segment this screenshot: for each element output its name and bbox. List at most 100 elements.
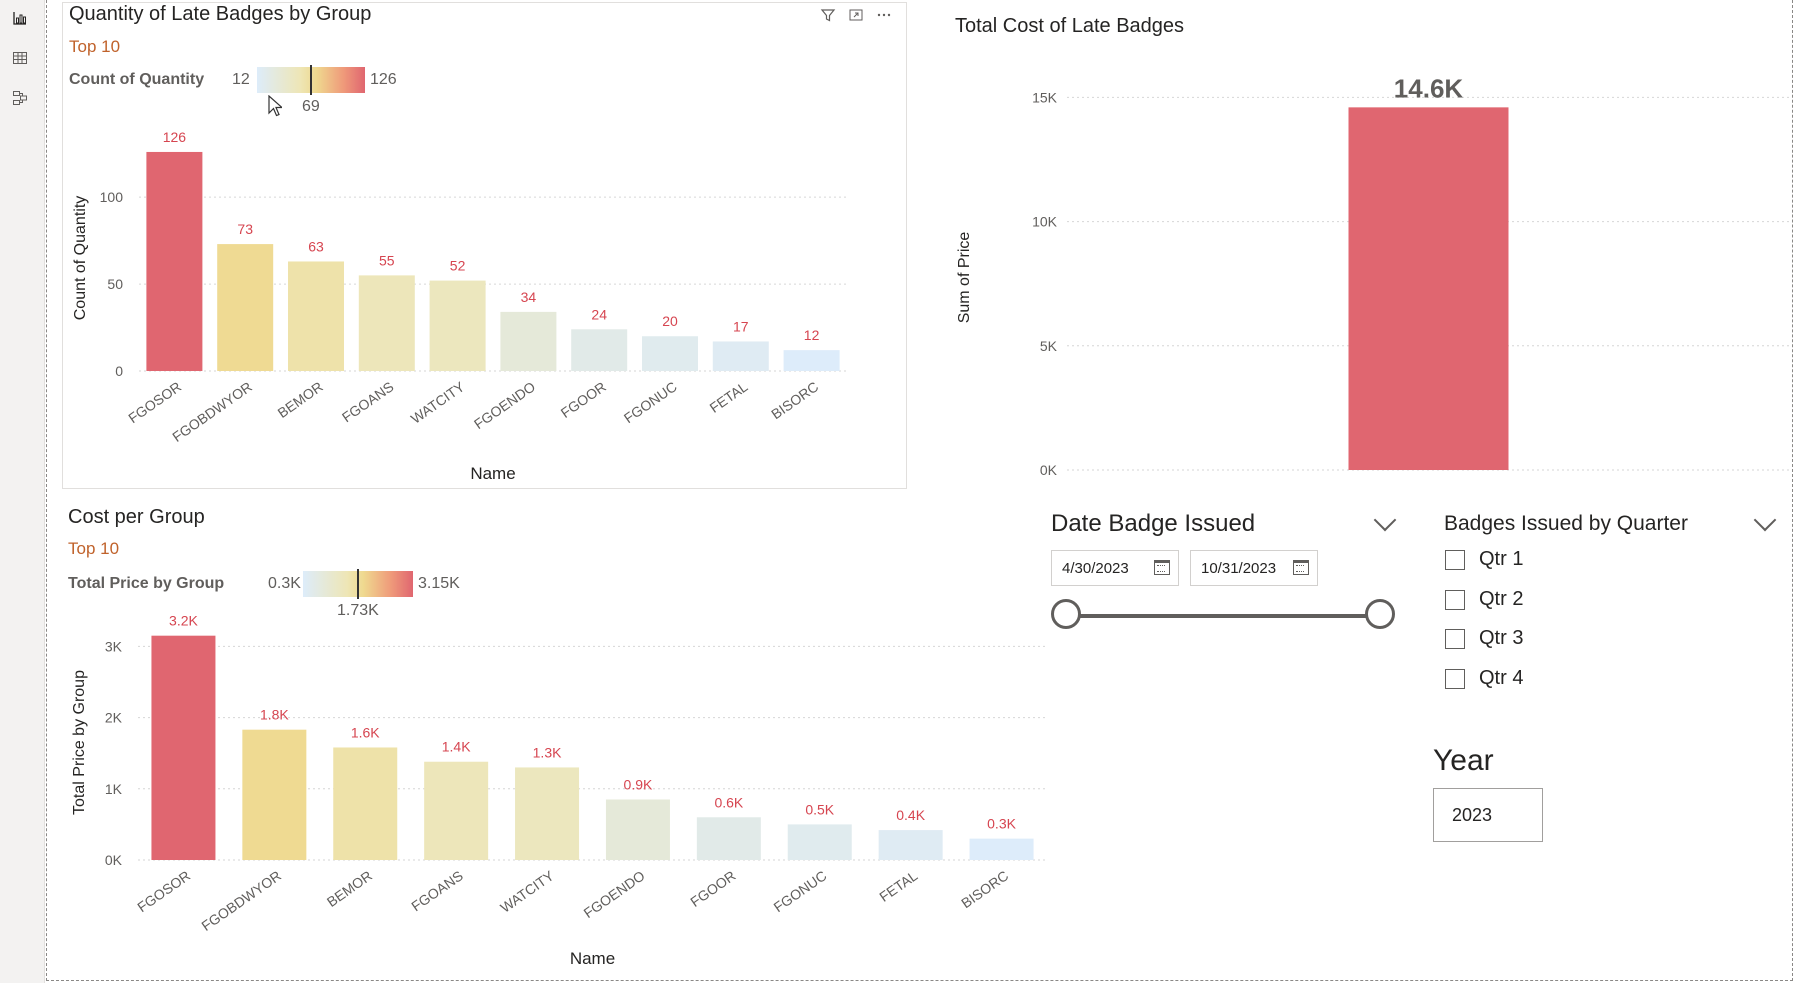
data-label: 63 [308, 238, 324, 254]
x-tick-label: FGONUC [771, 867, 830, 915]
y-tick-label: 5K [1040, 338, 1058, 354]
bar [712, 341, 769, 371]
bar [515, 767, 580, 860]
bar [146, 151, 203, 371]
data-label: 20 [662, 313, 678, 329]
bar [696, 817, 761, 860]
chevron-down-icon[interactable] [1373, 508, 1397, 532]
year-value: 2023 [1452, 804, 1493, 825]
data-label: 0.5K [805, 801, 834, 817]
y-tick-label: 0K [105, 852, 123, 868]
x-tick-label: FETAL [707, 378, 751, 416]
checkbox[interactable] [1445, 628, 1465, 649]
end-date-input[interactable]: 10/31/2023 [1190, 550, 1318, 586]
data-label: 17 [733, 318, 749, 334]
x-tick-label: FETAL [876, 867, 920, 905]
quarter-option-4[interactable]: Qtr 4 [1445, 667, 1523, 690]
slicer-title: Badges Issued by Quarter [1444, 512, 1688, 535]
slider-end-handle[interactable] [1365, 599, 1395, 629]
x-tick-label: FGOOR [558, 378, 609, 421]
bar [151, 635, 216, 860]
option-label: Qtr 4 [1479, 667, 1524, 689]
x-tick-label: FGOENDO [471, 378, 538, 432]
data-label: 0.6K [714, 794, 743, 810]
x-tick-label: BEMOR [324, 867, 375, 910]
bar [429, 280, 486, 371]
table-view-icon[interactable] [6, 44, 34, 72]
data-label: 55 [379, 252, 395, 268]
checkbox[interactable] [1445, 549, 1465, 570]
data-label: 14.6K [1394, 73, 1464, 103]
view-rail [0, 0, 45, 983]
checkbox[interactable] [1445, 589, 1465, 610]
x-tick-label: FGOENDO [581, 867, 648, 921]
slider-track[interactable] [1069, 614, 1379, 618]
x-tick-label: FGOBDWYOR [169, 378, 255, 445]
report-view-icon[interactable] [6, 4, 34, 32]
x-tick-label: BISORC [768, 378, 821, 422]
total-cost-bar-chart: 0K 5K 10K 15K 14.6K Sum of Price [956, 73, 1790, 478]
quantity-chart-visual[interactable]: Quantity of Late Badges by Group Top 10 … [62, 2, 907, 489]
bar [358, 275, 415, 371]
bar [288, 261, 344, 371]
data-label: 24 [591, 306, 607, 322]
bar [787, 824, 852, 860]
y-tick-label: 10K [1032, 214, 1058, 230]
bar [571, 329, 628, 371]
x-tick-label: FGOSOR [134, 867, 193, 915]
bar [1348, 107, 1509, 471]
bar [605, 799, 670, 860]
quarter-option-3[interactable]: Qtr 3 [1445, 627, 1523, 650]
data-label: 0.4K [896, 807, 925, 823]
x-tick-label: BEMOR [274, 378, 325, 421]
x-tick-label: FGOSOR [125, 378, 184, 426]
data-label: 1.8K [260, 707, 289, 723]
x-tick-label: FGOANS [408, 867, 466, 914]
y-tick-label: 50 [107, 276, 123, 292]
data-label: 1.3K [533, 744, 562, 760]
bar [424, 761, 489, 860]
y-axis-title: Total Price by Group [71, 670, 88, 815]
cost-group-chart-visual[interactable]: Cost per Group Top 10 Total Price by Gro… [62, 497, 1052, 981]
data-label: 34 [521, 289, 537, 305]
checkbox[interactable] [1445, 668, 1465, 689]
calendar-icon[interactable] [1293, 560, 1309, 575]
x-tick-label: FGOOR [687, 867, 738, 910]
total-cost-chart-visual[interactable]: Total Cost of Late Badges 0K 5K 10K 15K 14.6… [947, 2, 1792, 489]
option-label: Qtr 1 [1479, 548, 1524, 570]
bar [500, 311, 557, 371]
bar [878, 830, 943, 860]
quantity-bar-chart: 0 50 100 126 FGOSOR 73 FGOBDWYOR 63 BEMOR 55 FGOAN… [72, 129, 847, 483]
x-tick-label: WATCITY [408, 378, 468, 427]
data-label: 1.4K [442, 739, 471, 755]
y-tick-label: 0K [1040, 462, 1058, 478]
data-label: 3.2K [169, 613, 198, 629]
data-label: 73 [237, 221, 253, 237]
x-tick-label: BISORC [958, 867, 1011, 911]
bar [333, 747, 398, 860]
end-date-value: 10/31/2023 [1201, 559, 1277, 577]
year-dropdown[interactable]: 2023 [1433, 788, 1543, 842]
report-canvas: Quantity of Late Badges by Group Top 10 … [46, 0, 1793, 981]
calendar-icon[interactable] [1154, 560, 1170, 575]
x-tick-label: FGOANS [339, 378, 397, 425]
start-date-input[interactable]: 4/30/2023 [1051, 550, 1179, 586]
y-axis-title: Sum of Price [956, 232, 973, 324]
quarter-option-1[interactable]: Qtr 1 [1445, 548, 1523, 571]
slider-start-handle[interactable] [1051, 599, 1081, 629]
quarter-option-2[interactable]: Qtr 2 [1445, 588, 1523, 611]
x-tick-label: FGONUC [621, 378, 680, 426]
bar [783, 350, 840, 371]
chevron-down-icon[interactable] [1753, 508, 1777, 532]
option-label: Qtr 2 [1479, 588, 1524, 610]
data-label: 0.9K [624, 776, 653, 792]
model-view-icon[interactable] [6, 84, 34, 112]
cost-group-bar-chart: 0K 1K 2K 3K 3.2K FGOSOR 1.8K FGOBDWYOR 1.6K BEMOR… [71, 613, 1047, 968]
bar [242, 729, 307, 860]
bar [969, 838, 1034, 860]
x-tick-label: WATCITY [497, 867, 557, 916]
y-tick-label: 100 [100, 189, 124, 205]
y-tick-label: 0 [115, 363, 123, 379]
y-axis-title: Count of Quantity [72, 196, 89, 321]
y-tick-label: 1K [105, 781, 123, 797]
